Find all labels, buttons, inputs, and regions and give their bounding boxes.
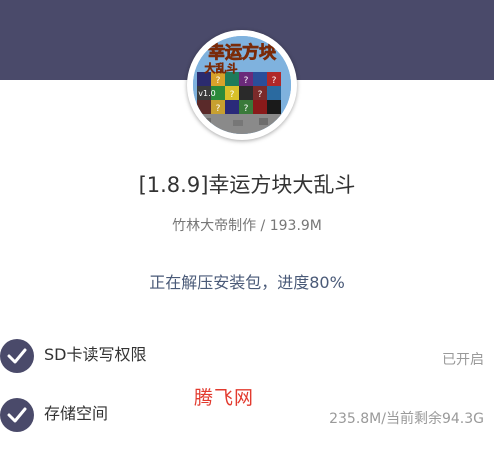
svg-text:?: ? — [230, 90, 235, 100]
permission-status: 已开启 — [442, 352, 484, 368]
app-subtitle: 竹林大帝制作 / 193.9M — [172, 218, 322, 234]
app-title: [1.8.9]幸运方块大乱斗 — [138, 173, 356, 197]
avatar-title: 幸运方块 — [208, 42, 277, 63]
avatar-subtitle: 大乱斗 — [205, 61, 238, 75]
minecraft-lucky-block-icon: ??? ?? ?? 幸运方块 大乱斗 v1.0 — [193, 36, 291, 134]
avatar-version: v1.0 — [198, 89, 215, 98]
svg-text:?: ? — [244, 76, 249, 86]
svg-text:?: ? — [258, 90, 263, 100]
progress-status: 正在解压安装包，进度80% — [149, 273, 345, 292]
watermark: 腾飞网 — [194, 387, 255, 409]
permission-label: SD卡读写权限 — [44, 345, 147, 364]
permission-row-sd: SD卡读写权限 已开启 — [0, 339, 494, 379]
svg-text:?: ? — [216, 104, 221, 114]
svg-text:?: ? — [244, 104, 249, 114]
app-icon-frame: ??? ?? ?? 幸运方块 大乱斗 v1.0 — [187, 30, 297, 140]
svg-text:?: ? — [216, 76, 221, 86]
check-circle-icon — [0, 398, 34, 432]
storage-status: 235.8M/当前剩余94.3G — [329, 411, 484, 427]
svg-text:?: ? — [272, 76, 277, 86]
check-circle-icon — [0, 339, 34, 373]
permission-label: 存储空间 — [44, 404, 109, 423]
